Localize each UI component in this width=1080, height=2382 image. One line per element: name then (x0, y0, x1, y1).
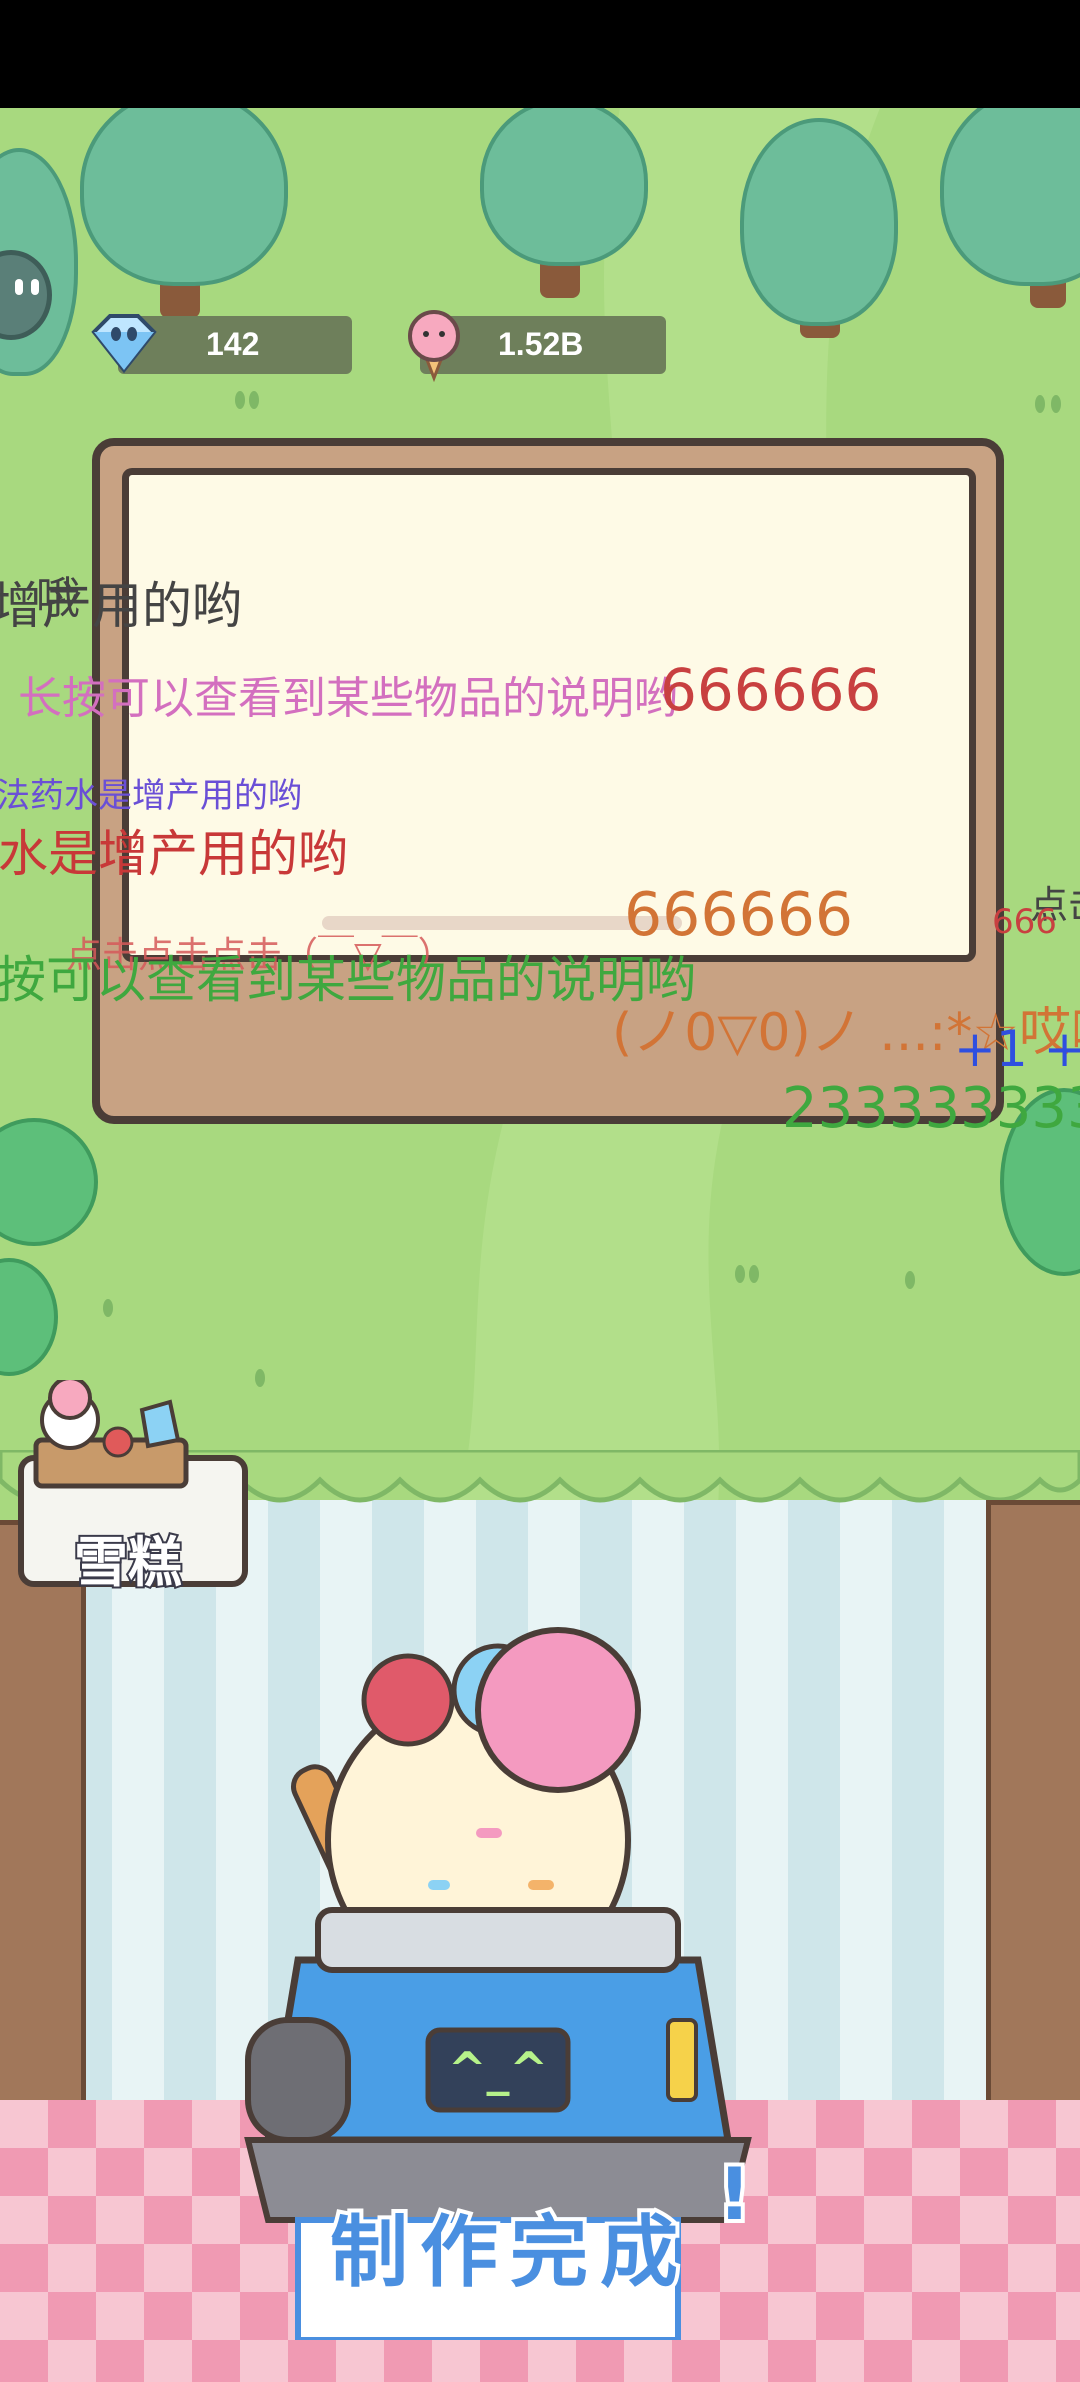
danmaku-comment: 666 (992, 902, 1057, 942)
danmaku-comment: 长按可以查看到某些物品的说明哟 (18, 673, 678, 724)
ghost-face-icon (15, 279, 23, 295)
danmaku-comment: 233333333 (782, 1076, 1080, 1141)
danmaku-comment: 按可以查看到某些物品的说明哟 (0, 951, 696, 1009)
production-complete-label: 制作完成 (326, 2204, 691, 2302)
right-tree-trunk (986, 1500, 1080, 2130)
danmaku-comment: +1 + (954, 1020, 1080, 1078)
diamond-icon (91, 314, 157, 374)
icecream-scoop-icon (408, 310, 460, 382)
danmaku-comment: 水是增产用的哟 (0, 825, 348, 883)
danmaku-comment: 哦 (36, 573, 80, 624)
danmaku-comment: 666666 (660, 656, 882, 724)
left-tree-trunk (0, 1520, 86, 2130)
icecream-currency-value: 1.52B (498, 326, 584, 362)
machine-face: ^_^ (448, 2042, 548, 2096)
icecream-crate-icon (33, 1380, 189, 1489)
danmaku-comment: 法药水是增产用的哟 (0, 776, 302, 816)
category-label: 雪糕 (72, 1529, 184, 1596)
exclaim-mark: ! (714, 2148, 755, 2240)
diamond-count: 142 (206, 326, 260, 362)
